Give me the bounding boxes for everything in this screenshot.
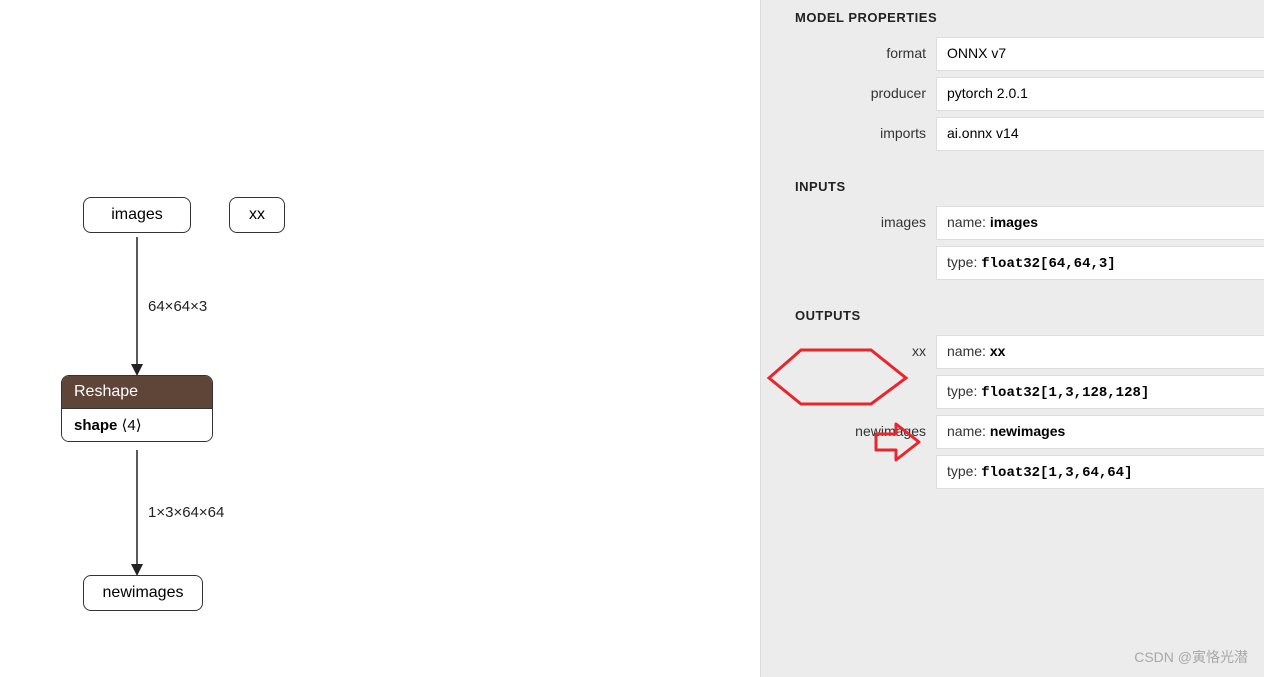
prop-value: pytorch 2.0.1 [936,77,1264,111]
graph-canvas[interactable]: images xx Reshape shape ⟨4⟩ newimages 64… [0,0,760,677]
output-xx: xx name: xx type: float32[1,3,128,128] [761,335,1264,409]
section-model-properties: MODEL PROPERTIES [761,0,1264,37]
node-label: newimages [103,584,184,601]
io-name: name: xx [936,335,1264,369]
prop-producer: producer pytorch 2.0.1 [761,77,1264,111]
io-type: type: float32[64,64,3] [936,246,1264,280]
prop-label: format [761,37,936,71]
properties-sidebar: MODEL PROPERTIES format ONNX v7 producer… [760,0,1264,677]
section-outputs: OUTPUTS [761,286,1264,335]
op-attr: shape ⟨4⟩ [62,409,212,441]
io-name: name: newimages [936,415,1264,449]
io-label: images [761,206,936,280]
watermark: CSDN @寅恪光潜 [1134,647,1248,667]
section-inputs: INPUTS [761,157,1264,206]
io-label: xx [761,335,936,409]
io-type: type: float32[1,3,64,64] [936,455,1264,489]
edge-label-1: 64×64×3 [148,298,207,315]
node-label: xx [249,206,265,223]
node-images[interactable]: images [83,197,191,233]
node-label: images [111,206,163,223]
op-header: Reshape [62,376,212,409]
node-reshape[interactable]: Reshape shape ⟨4⟩ [61,375,213,442]
prop-imports: imports ai.onnx v14 [761,117,1264,151]
io-name: name: images [936,206,1264,240]
prop-value: ai.onnx v14 [936,117,1264,151]
prop-label: producer [761,77,936,111]
prop-value: ONNX v7 [936,37,1264,71]
io-label: newimages [761,415,936,489]
node-xx[interactable]: xx [229,197,285,233]
output-newimages: newimages name: newimages type: float32[… [761,415,1264,489]
io-type: type: float32[1,3,128,128] [936,375,1264,409]
edge-label-2: 1×3×64×64 [148,504,224,521]
prop-format: format ONNX v7 [761,37,1264,71]
prop-label: imports [761,117,936,151]
node-newimages[interactable]: newimages [83,575,203,611]
input-images: images name: images type: float32[64,64,… [761,206,1264,280]
